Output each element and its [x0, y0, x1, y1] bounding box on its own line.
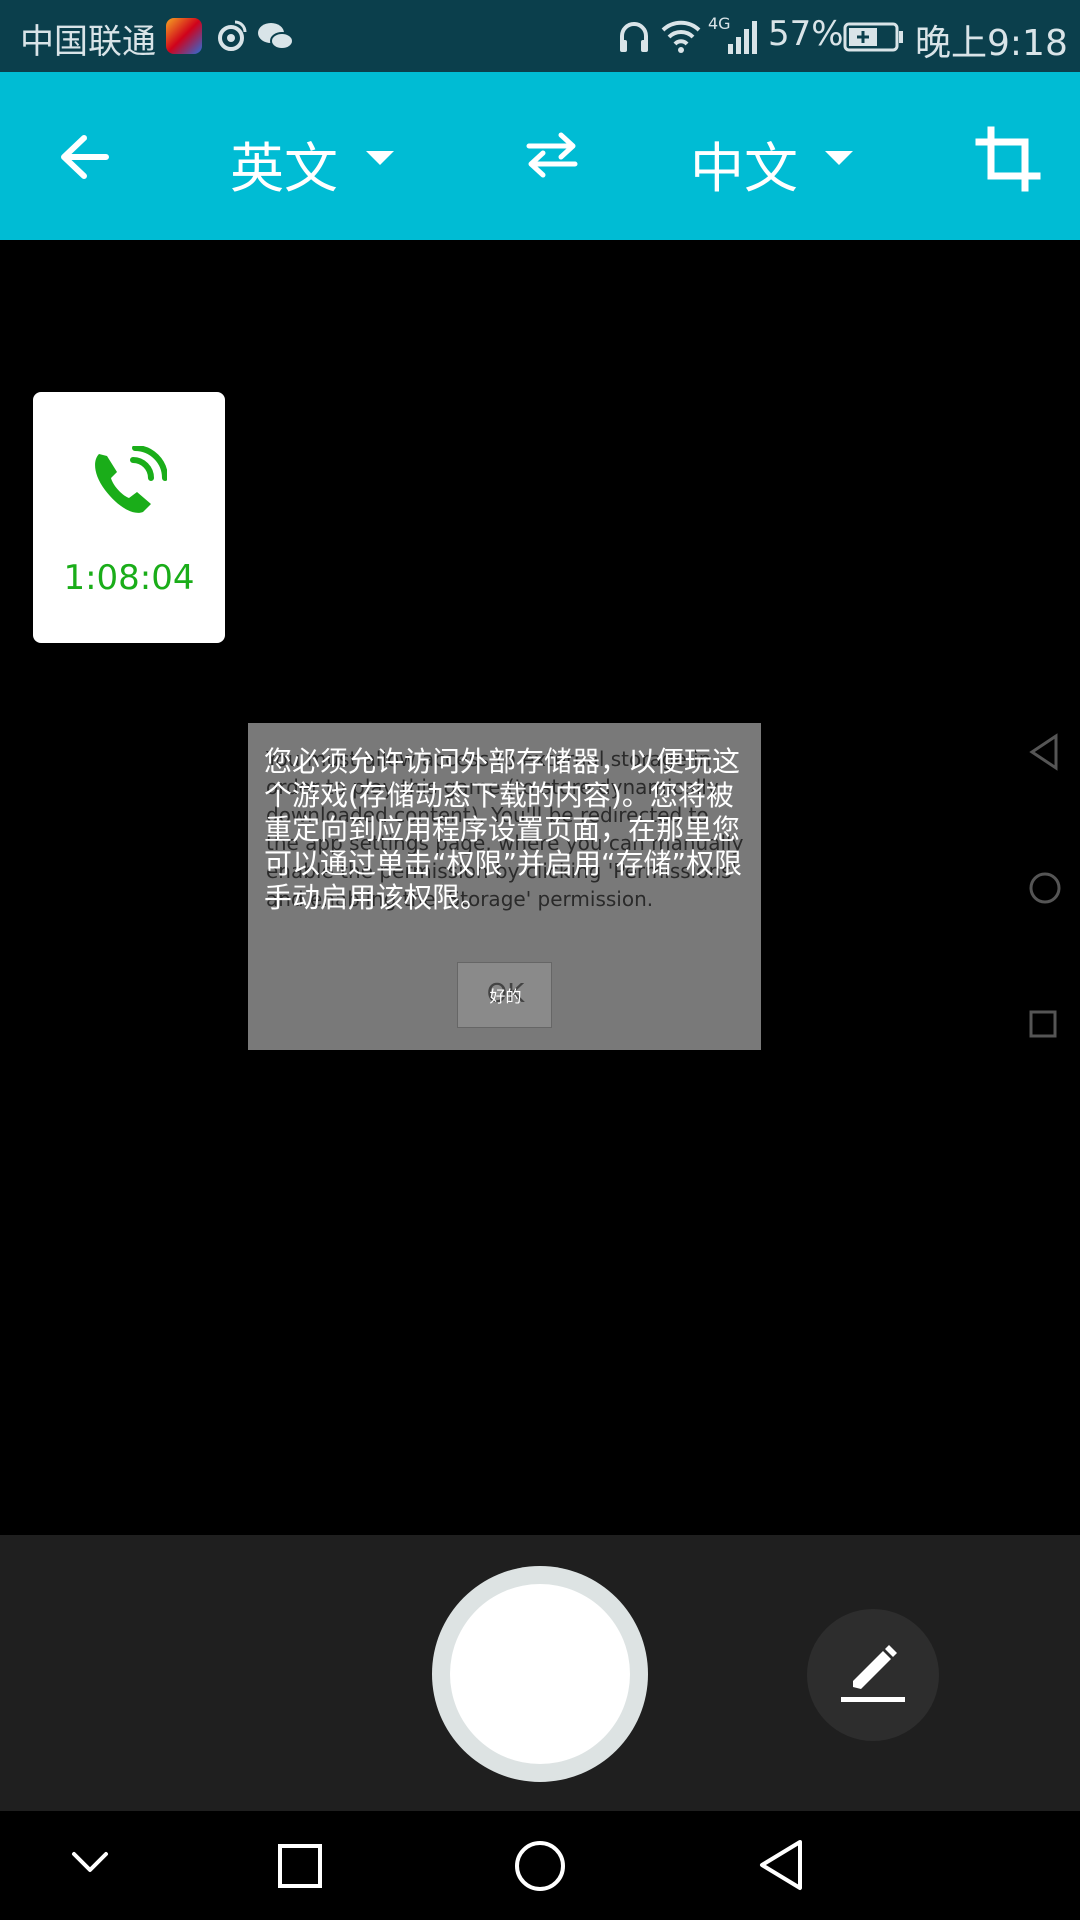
source-language-label: 英文: [230, 137, 338, 200]
back-arrow-icon[interactable]: [58, 132, 110, 182]
chevron-down-icon: [366, 151, 394, 165]
home-icon[interactable]: [514, 1840, 566, 1892]
target-language-selector[interactable]: 中文: [685, 72, 875, 240]
wechat-icon: [258, 23, 294, 50]
battery-charging-icon: [843, 22, 903, 52]
status-bar: 中国联通 4G 57% 晚上9:18: [0, 0, 1080, 72]
capture-button-inner: [450, 1584, 630, 1764]
clock: 晚上9:18: [915, 23, 1068, 64]
back-icon[interactable]: [756, 1838, 804, 1892]
carrier-label: 中国联通: [20, 22, 156, 62]
capture-button[interactable]: [432, 1566, 648, 1782]
storage-permission-dialog: You must allow access to external storag…: [248, 723, 761, 1050]
ongoing-call-widget[interactable]: 1:08:04: [33, 392, 225, 643]
ok-button[interactable]: OK 好的: [457, 962, 552, 1028]
phone-call-icon: [95, 446, 167, 513]
side-recents-icon: [1029, 1010, 1057, 1038]
edit-button[interactable]: [807, 1609, 939, 1741]
ok-button-translated-label: 好的: [489, 987, 522, 1006]
signal-icon: [728, 21, 757, 54]
translate-toolbar: 英文 中文: [0, 72, 1080, 240]
system-navigation-bar: [0, 1811, 1080, 1920]
target-language-label: 中文: [690, 137, 798, 200]
wifi-icon: [661, 20, 701, 53]
swap-languages-icon[interactable]: [523, 130, 581, 180]
app-notification-icon: [166, 18, 202, 54]
source-language-selector[interactable]: 英文: [225, 72, 415, 240]
side-back-icon: [1029, 733, 1058, 771]
side-home-icon: [1029, 872, 1061, 904]
pencil-icon: [841, 1645, 905, 1702]
dialog-message-translated: 您必须允许访问外部存储器，以便玩这个游戏(存储动态下载的内容)。您将被重定向到应…: [264, 745, 743, 914]
call-duration: 1:08:04: [63, 558, 195, 598]
chevron-down-icon[interactable]: [70, 1849, 110, 1875]
chevron-down-icon: [825, 151, 853, 165]
crop-icon[interactable]: [975, 126, 1041, 192]
battery-percent: 57%: [768, 14, 844, 54]
recents-icon[interactable]: [277, 1843, 323, 1889]
headphones-icon: [620, 22, 648, 52]
weibo-icon: [218, 20, 247, 51]
